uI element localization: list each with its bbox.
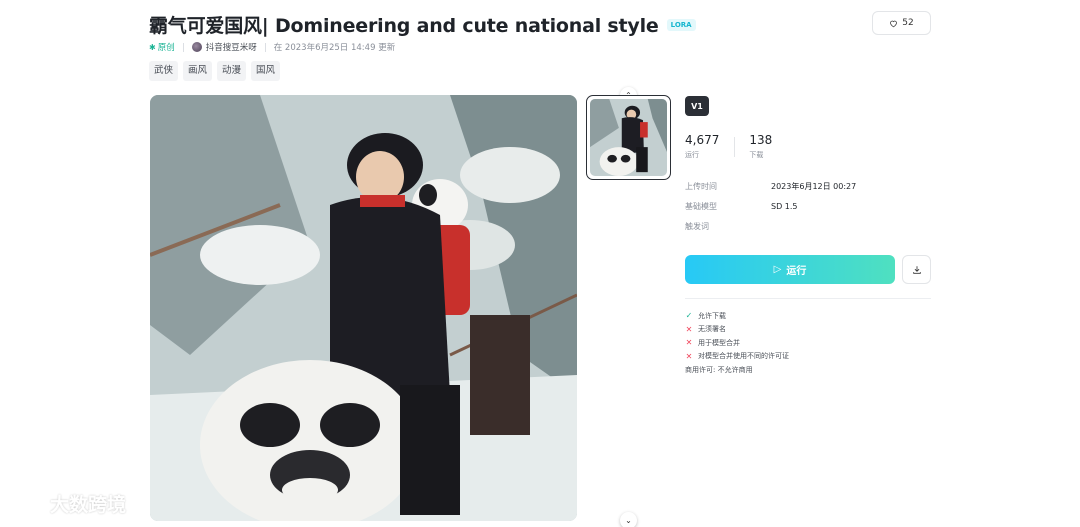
info-row-trigger-words: 触发词 — [685, 216, 856, 236]
page-title: 霸气可爱国风| Domineering and cute national st… — [149, 15, 659, 37]
flower-icon: ✱ — [149, 42, 156, 52]
main-preview-image[interactable] — [150, 95, 577, 521]
thumbnail-image — [590, 99, 667, 176]
like-count: 52 — [902, 18, 914, 28]
run-button[interactable]: ▷ 运行 — [685, 255, 895, 284]
original-badge: ✱ 原创 — [149, 41, 175, 54]
artwork-illustration — [150, 95, 577, 521]
meta-row: ✱ 原创 抖音搜豆米呀 在 2023年6月25日 14:49 更新 — [149, 41, 395, 53]
permission-label: 允许下载 — [698, 311, 726, 320]
info-row-base-model: 基础模型 SD 1.5 — [685, 196, 856, 216]
watermark-text: 大数跨境 — [50, 494, 127, 516]
cross-icon: ✕ — [685, 338, 693, 348]
model-info: 上传时间 2023年6月12日 00:27 基础模型 SD 1.5 触发词 — [685, 176, 856, 236]
play-icon: ▷ — [773, 264, 782, 275]
download-icon — [912, 265, 921, 274]
updated-time: 在 2023年6月25日 14:49 更新 — [273, 43, 396, 53]
model-title-row: 霸气可爱国风| Domineering and cute national st… — [149, 11, 696, 38]
author-link[interactable]: 抖音搜豆米呀 — [191, 41, 257, 53]
run-label: 运行 — [786, 266, 807, 277]
version-tab[interactable]: V1 — [685, 96, 709, 116]
license-permissions: ✓ 允许下载 ✕ 无须署名 ✕ 用于模型合并 ✕ 对模型合并使用不同的许可证 商… — [685, 309, 789, 376]
info-value: 2023年6月12日 00:27 — [771, 181, 857, 191]
model-type-badge: LORA — [666, 18, 696, 31]
divider — [264, 42, 266, 52]
permission-item: ✕ 用于模型合并 — [685, 336, 789, 350]
heart-icon — [890, 20, 898, 27]
info-key: 触发词 — [685, 221, 709, 231]
like-button[interactable]: 52 — [872, 11, 931, 35]
permission-label: 对模型合并使用不同的许可证 — [698, 352, 789, 361]
original-label: 原创 — [157, 43, 175, 53]
info-key: 基础模型 — [685, 201, 717, 211]
runs-count: 4,677 — [685, 133, 720, 147]
scroll-down-button[interactable]: ⌄ — [620, 512, 637, 527]
info-value: SD 1.5 — [771, 201, 798, 211]
tag[interactable]: 画风 — [183, 61, 213, 81]
info-key: 上传时间 — [685, 181, 717, 191]
info-row-upload-time: 上传时间 2023年6月12日 00:27 — [685, 176, 856, 196]
chevron-down-icon: ⌄ — [625, 516, 632, 525]
stats-row: 4,677 运行 138 下载 — [685, 133, 772, 160]
tag[interactable]: 武侠 — [149, 61, 179, 81]
stat-runs: 4,677 运行 — [685, 133, 719, 160]
downloads-count: 138 — [749, 133, 773, 147]
commercial-license: 商用许可: 不允许商用 — [685, 366, 753, 374]
cross-icon: ✕ — [685, 324, 693, 334]
downloads-label: 下载 — [749, 151, 764, 159]
download-button[interactable] — [902, 255, 931, 284]
permission-label: 用于模型合并 — [698, 338, 740, 347]
tag[interactable]: 动漫 — [217, 61, 247, 81]
permission-item: ✓ 允许下载 — [685, 309, 789, 323]
runs-label: 运行 — [685, 151, 699, 159]
watermark-logo-icon — [10, 493, 44, 513]
stat-downloads: 138 下载 — [749, 133, 772, 160]
divider — [734, 137, 736, 157]
tag[interactable]: 国风 — [251, 61, 281, 81]
permission-item: ✕ 无须署名 — [685, 323, 789, 337]
divider — [685, 298, 931, 299]
watermark: 大数跨境 — [10, 490, 126, 517]
permission-label: 无须署名 — [698, 325, 726, 334]
cross-icon: ✕ — [685, 351, 693, 361]
thumbnail-artwork — [590, 99, 667, 176]
author-name: 抖音搜豆米呀 — [205, 43, 257, 53]
permission-item: ✕ 对模型合并使用不同的许可证 — [685, 350, 789, 364]
divider — [182, 42, 184, 52]
check-icon: ✓ — [685, 311, 693, 321]
avatar — [191, 42, 202, 52]
thumbnail-selected[interactable] — [586, 95, 671, 180]
tag-list: 武侠 画风 动漫 国风 — [149, 61, 281, 81]
